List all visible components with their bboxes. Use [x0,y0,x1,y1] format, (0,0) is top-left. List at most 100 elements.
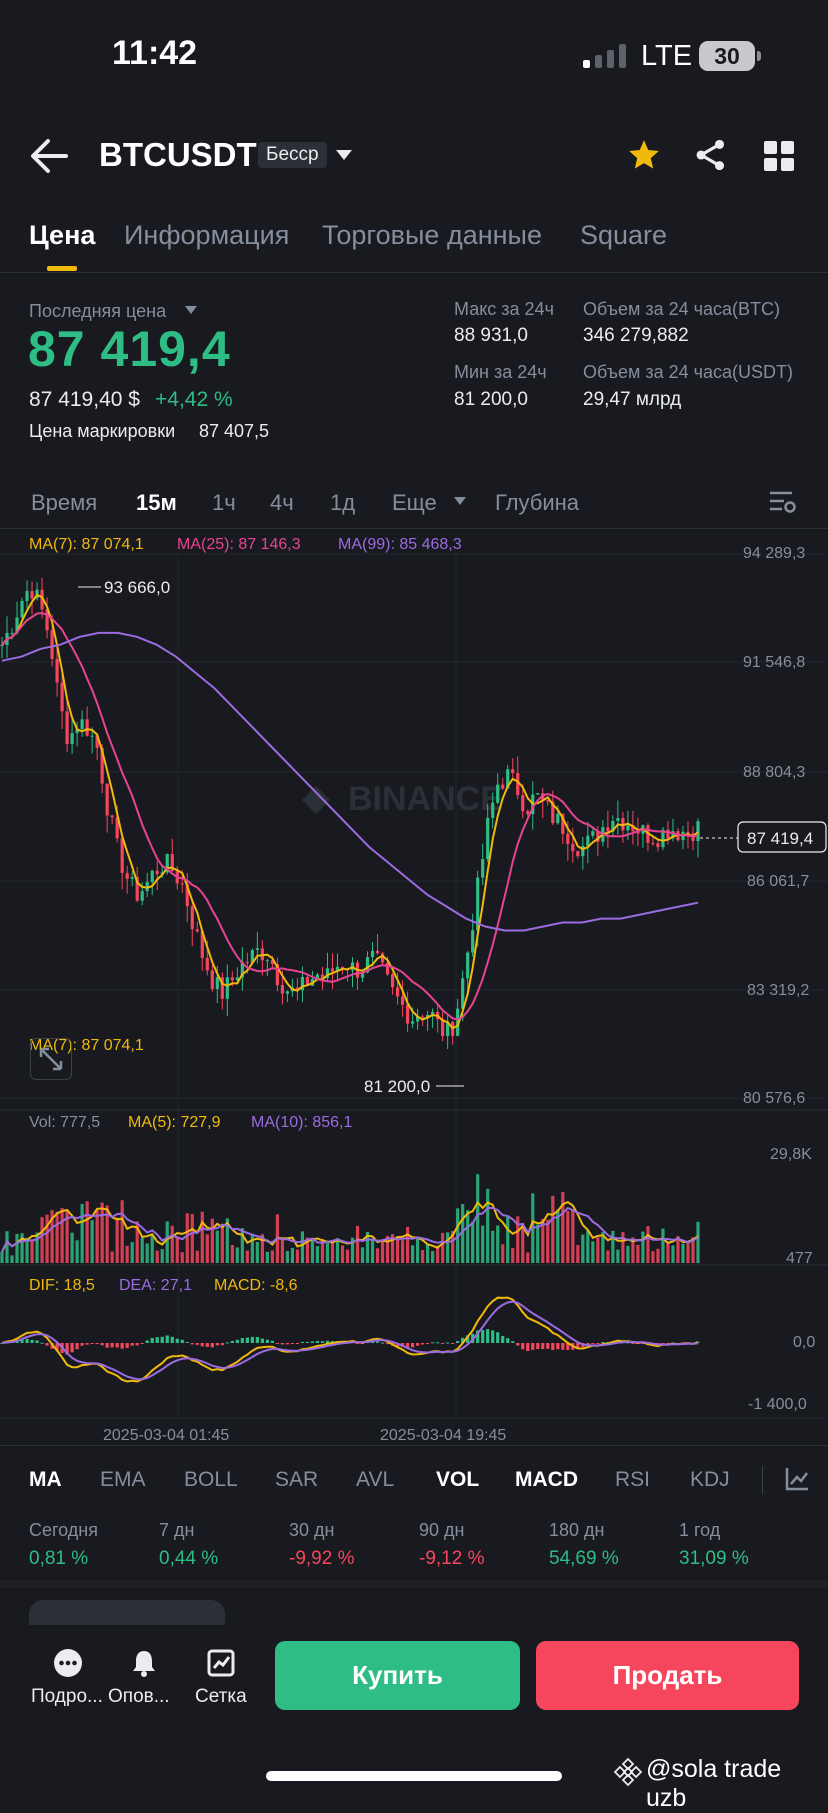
chevron-down-icon[interactable] [185,306,197,314]
grid-label[interactable]: Сетка [195,1686,247,1708]
legend-ma7: MA(7): 87 074,1 [29,536,144,553]
indicator-boll[interactable]: BOLL [184,1468,238,1492]
candlestick-chart[interactable]: BINANCE MA(7): 87 074,1 93 666,0 81 200,… [0,528,828,1450]
volume-bar [190,1213,194,1263]
indicator-ema[interactable]: EMA [100,1468,146,1492]
volume-bar [15,1233,19,1263]
legend-macd: MACD: -8,6 [214,1277,298,1294]
macd-bar [80,1343,84,1346]
indicator-avl[interactable]: AVL [356,1468,394,1492]
volume-bar [566,1210,570,1263]
tab-square[interactable]: Square [580,220,667,251]
macd-bar [451,1343,455,1344]
indicator-ma[interactable]: MA [29,1468,62,1492]
sell-button[interactable]: Продать [536,1641,799,1710]
indicator-vol[interactable]: VOL [436,1468,479,1492]
candle-body [110,815,114,818]
tab-trading-data[interactable]: Торговые данные [322,220,542,251]
interval-more[interactable]: Еще [392,490,437,516]
alerts-label[interactable]: Опов... [108,1686,170,1708]
indicator-sar[interactable]: SAR [275,1468,318,1492]
indicator-rsi[interactable]: RSI [615,1468,650,1492]
fullscreen-icon[interactable] [30,1038,72,1080]
legend-vol-ma10: MA(10): 856,1 [251,1114,353,1131]
candle-body [205,957,209,971]
volume-bar [35,1232,39,1263]
macd-bar [255,1337,259,1343]
volume-bar [546,1219,550,1263]
volume-bar [245,1250,249,1263]
interval-1d[interactable]: 1д [330,490,355,516]
macd-bar [315,1340,320,1343]
macd-bar [45,1343,49,1346]
volume-bar [80,1203,84,1263]
last-price-label[interactable]: Последняя цена [29,301,166,322]
bell-icon[interactable] [129,1648,159,1678]
volume-bars [0,1174,700,1263]
volume-bar [185,1213,189,1263]
interval-depth[interactable]: Глубина [495,490,579,516]
mark-price: 87 407,5 [199,421,270,441]
volume-bar [486,1188,490,1263]
candle-body [466,952,470,979]
volume-bar [656,1248,660,1263]
macd-bar [195,1343,199,1345]
volume-bar [641,1231,645,1263]
perf-label: Сегодня [29,1520,98,1540]
volume-bar [576,1245,580,1263]
volume-bar [60,1208,64,1263]
macd-bar [421,1343,425,1345]
more-label[interactable]: Подро... [31,1686,103,1708]
macd-bar [160,1336,164,1343]
pair-title[interactable]: BTCUSDT [99,136,257,174]
volume-bar [205,1234,209,1263]
time-axis-tick: 2025-03-04 01:45 [103,1427,229,1444]
chevron-down-icon[interactable] [454,497,466,505]
tab-info[interactable]: Информация [124,220,289,251]
volume-bar [75,1240,79,1263]
volume-bar [45,1214,49,1263]
status-time: 11:42 [112,34,198,72]
perf-value: -9,12 % [419,1548,485,1569]
volume-bar [345,1249,350,1263]
volume-bar [506,1216,510,1263]
divider [0,272,828,273]
more-icon[interactable] [53,1648,83,1678]
share-icon[interactable] [694,138,728,172]
candle-body [501,784,505,789]
interval-time[interactable]: Время [31,490,97,516]
candle-body [10,632,14,634]
favorite-star-icon[interactable] [627,138,661,172]
macd-bar [70,1343,74,1353]
back-arrow-icon[interactable] [30,138,68,174]
chevron-down-icon[interactable] [336,150,352,160]
tab-price[interactable]: Цена [29,220,95,251]
grid-bot-icon[interactable] [206,1648,236,1678]
candle-body [120,838,124,873]
interval-4h[interactable]: 4ч [270,490,294,516]
grid-menu-icon[interactable] [764,141,794,171]
volume-bar [616,1249,620,1263]
volume-bar [115,1217,119,1263]
candle-body [50,630,54,659]
candle-body [150,870,154,882]
buy-button[interactable]: Купить [275,1641,520,1710]
interval-15m[interactable]: 15м [136,490,177,516]
macd-axis-tick: -1 400,0 [748,1396,807,1413]
macd-bar [90,1343,94,1344]
indicator-kdj[interactable]: KDJ [690,1468,730,1492]
price-change: +4,42 % [155,388,233,411]
indicator-macd[interactable]: MACD [515,1468,578,1492]
candle-body [471,930,475,953]
chart-settings-icon[interactable] [768,489,796,515]
macd-bar [496,1332,500,1343]
macd-bar [415,1343,420,1346]
volume-bar [466,1210,470,1263]
volume-bar [646,1226,650,1263]
volume-bar [370,1240,375,1263]
volume-bar [681,1243,685,1263]
macd-bar [100,1343,104,1346]
interval-1h[interactable]: 1ч [212,490,236,516]
macd-bar [516,1343,520,1346]
indicator-settings-icon[interactable] [784,1466,810,1492]
